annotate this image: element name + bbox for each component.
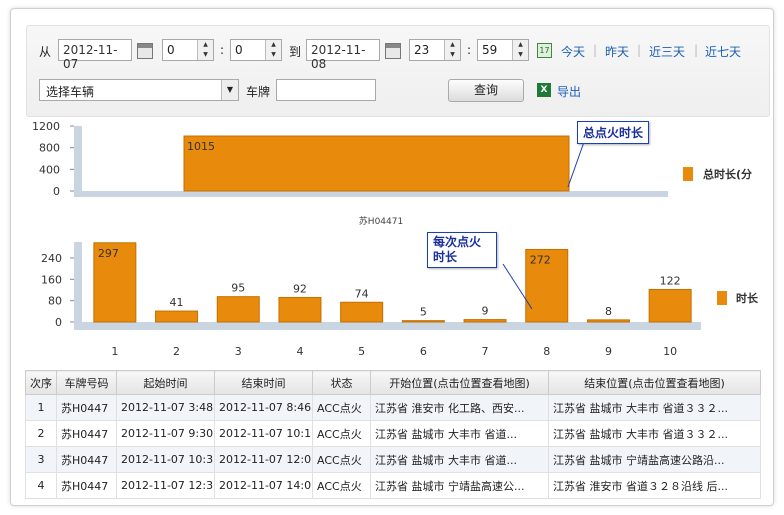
table-cell: 2 bbox=[25, 420, 57, 447]
table-cell: 苏H0447 bbox=[56, 420, 117, 447]
bar bbox=[155, 310, 199, 323]
per-ignition-callout: 每次点火时长 bbox=[427, 232, 497, 268]
bar bbox=[340, 301, 384, 323]
table-cell: 苏H0447 bbox=[56, 472, 117, 499]
location-link-cell[interactable]: 江苏省 盐城市 大丰市 省道... bbox=[370, 420, 549, 447]
legend-label: 时长 bbox=[736, 291, 759, 305]
y-tick-label: 800 bbox=[39, 142, 60, 155]
location-link-cell[interactable]: 江苏省 淮安市 省道３２８沿线 后... bbox=[548, 472, 761, 499]
table-cell: 4 bbox=[25, 472, 57, 499]
y-tick-label: 0 bbox=[55, 316, 62, 329]
bar bbox=[648, 288, 692, 323]
legend-swatch bbox=[717, 291, 727, 305]
table-cell: 2012-11-07 9:30 bbox=[116, 420, 215, 447]
legend-label: 总时长(分 bbox=[703, 167, 752, 181]
bar bbox=[216, 296, 260, 323]
column-header[interactable]: 次序 bbox=[25, 370, 57, 395]
table-cell: 3 bbox=[25, 446, 57, 473]
table-cell: ACC点火 bbox=[312, 472, 371, 499]
table-row[interactable]: 1 苏H0447 2012-11-07 3:48 2012-11-07 8:46 ACC… bbox=[25, 394, 761, 421]
x-tick-label: 8 bbox=[543, 345, 550, 358]
column-header[interactable]: 结束时间 bbox=[214, 370, 313, 395]
bar-value-label: 41 bbox=[170, 296, 184, 309]
y-axis-band bbox=[74, 242, 82, 322]
table-cell: 2012-11-07 14:0 bbox=[214, 472, 313, 499]
table-cell: 2012-11-07 10:1 bbox=[214, 420, 313, 447]
table-row[interactable]: 2 苏H0447 2012-11-07 9:30 2012-11-07 10:1 ACC… bbox=[25, 420, 761, 447]
location-link-cell[interactable]: 江苏省 淮安市 化工路、西安... bbox=[370, 394, 549, 421]
bar-value-label: 272 bbox=[530, 253, 551, 266]
table-cell: 2012-11-07 10:3 bbox=[116, 446, 215, 473]
table-cell: 苏H0447 bbox=[56, 446, 117, 473]
x-tick-label: 6 bbox=[420, 345, 427, 358]
y-tick-label: 160 bbox=[41, 273, 62, 286]
column-header[interactable]: 起始时间 bbox=[116, 370, 215, 395]
bar bbox=[463, 319, 507, 323]
x-axis-band bbox=[74, 191, 668, 197]
table-cell: 2012-11-07 8:46 bbox=[214, 394, 313, 421]
bar-value-label: 74 bbox=[355, 287, 369, 300]
table-cell: ACC点火 bbox=[312, 446, 371, 473]
column-header[interactable]: 结束位置(点击位置查看地图) bbox=[548, 370, 761, 395]
x-axis-label: 苏H04471 bbox=[359, 215, 403, 227]
location-link-cell[interactable]: 江苏省 盐城市 大丰市 省道... bbox=[370, 446, 549, 473]
table-cell: ACC点火 bbox=[312, 394, 371, 421]
column-header[interactable]: 开始位置(点击位置查看地图) bbox=[370, 370, 549, 395]
y-axis-band bbox=[74, 126, 82, 191]
table-cell: ACC点火 bbox=[312, 420, 371, 447]
x-tick-label: 9 bbox=[605, 345, 612, 358]
y-tick-label: 240 bbox=[41, 252, 62, 265]
x-tick-label: 10 bbox=[663, 345, 677, 358]
x-tick-label: 7 bbox=[482, 345, 489, 358]
bar bbox=[278, 296, 322, 323]
callout-pointer bbox=[567, 141, 585, 188]
table-cell: 2012-11-07 12:0 bbox=[214, 446, 313, 473]
y-tick-label: 80 bbox=[48, 295, 62, 308]
table-header-row: 次序 车牌号码 起始时间 结束时间 状态 开始位置(点击位置查看地图) 结束位置(点击位置查… bbox=[25, 370, 761, 395]
ignition-charts: 040080012001015苏H04471总时长(分080160240 2971… bbox=[32, 120, 759, 358]
table-cell: 1 bbox=[25, 394, 57, 421]
table-cell: 2012-11-07 3:48 bbox=[116, 394, 215, 421]
report-panel: 从 2012-11-07 0 ▲ ▼ : 0 ▲ ▼ 到 2012-11-08 23… bbox=[10, 8, 774, 506]
y-tick-label: 1200 bbox=[32, 120, 60, 133]
x-tick-label: 4 bbox=[296, 345, 303, 358]
total-duration-callout: 总点火时长 bbox=[577, 121, 650, 144]
y-tick-label: 400 bbox=[39, 163, 60, 176]
location-link-cell[interactable]: 江苏省 盐城市 大丰市 省道３３２... bbox=[548, 420, 761, 447]
bar-value-label: 297 bbox=[98, 247, 119, 260]
column-header[interactable]: 车牌号码 bbox=[56, 370, 117, 395]
location-link-cell[interactable]: 江苏省 盐城市 宁靖盐高速公路沿... bbox=[548, 446, 761, 473]
table-cell: 苏H0447 bbox=[56, 394, 117, 421]
x-tick-label: 1 bbox=[111, 345, 118, 358]
location-link-cell[interactable]: 江苏省 盐城市 宁靖盐高速公... bbox=[370, 472, 549, 499]
bar-value-label: 1015 bbox=[187, 140, 215, 153]
legend-swatch bbox=[683, 167, 693, 181]
bar-value-label: 5 bbox=[420, 306, 427, 319]
x-tick-label: 2 bbox=[173, 345, 180, 358]
bar-value-label: 122 bbox=[660, 274, 681, 287]
table-row[interactable]: 3 苏H0447 2012-11-07 10:3 2012-11-07 12:0 ACC… bbox=[25, 446, 761, 473]
y-tick-label: 0 bbox=[53, 185, 60, 198]
column-header[interactable]: 状态 bbox=[312, 370, 371, 395]
x-axis-band bbox=[74, 322, 701, 330]
table-row[interactable]: 4 苏H0447 2012-11-07 12:3 2012-11-07 14:0 ACC… bbox=[25, 472, 761, 499]
location-link-cell[interactable]: 江苏省 盐城市 大丰市 省道３３２... bbox=[548, 394, 761, 421]
x-tick-label: 5 bbox=[358, 345, 365, 358]
bar bbox=[586, 319, 630, 323]
bar-value-label: 8 bbox=[605, 305, 612, 318]
bar-value-label: 92 bbox=[293, 282, 307, 295]
x-tick-label: 3 bbox=[235, 345, 242, 358]
bar-value-label: 95 bbox=[231, 282, 245, 295]
table-body: 1 苏H0447 2012-11-07 3:48 2012-11-07 8:46 ACC… bbox=[25, 394, 761, 499]
table-cell: 2012-11-07 12:3 bbox=[116, 472, 215, 499]
ignition-table: 次序 车牌号码 起始时间 结束时间 状态 开始位置(点击位置查看地图) 结束位置(点击位置查… bbox=[25, 370, 761, 499]
bar bbox=[183, 135, 570, 192]
bar bbox=[401, 320, 445, 323]
bar-value-label: 9 bbox=[482, 305, 489, 318]
